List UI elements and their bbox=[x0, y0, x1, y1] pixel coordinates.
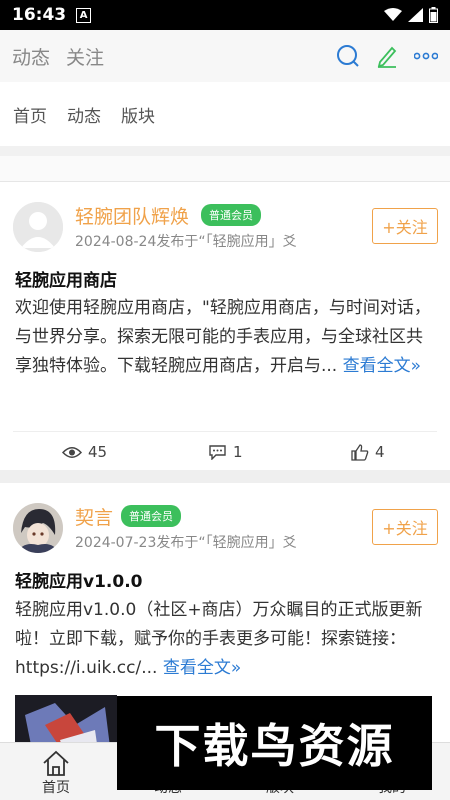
status-time: 16:43 bbox=[12, 5, 67, 25]
more-icon[interactable] bbox=[414, 52, 438, 60]
likes-count: 4 bbox=[375, 443, 385, 461]
search-icon[interactable] bbox=[336, 44, 360, 68]
views-count: 45 bbox=[88, 443, 108, 461]
subnav-home[interactable]: 首页 bbox=[13, 102, 47, 127]
tab-dynamic[interactable]: 动态 bbox=[12, 43, 50, 70]
home-icon bbox=[43, 750, 69, 776]
post-title[interactable]: 轻腕应用商店 bbox=[15, 266, 117, 291]
notification-badge: A bbox=[76, 7, 92, 23]
comments-count: 1 bbox=[233, 443, 243, 461]
sub-nav: 首页 动态 版块 bbox=[0, 82, 450, 146]
edit-icon[interactable] bbox=[376, 44, 398, 68]
tab-follow[interactable]: 关注 bbox=[66, 43, 104, 70]
top-bar: 动态 关注 bbox=[0, 30, 450, 82]
read-more-link[interactable]: 查看全文» bbox=[163, 658, 241, 678]
read-more-link[interactable]: 查看全文» bbox=[343, 356, 421, 376]
status-icons bbox=[384, 7, 438, 23]
subnav-sections[interactable]: 版块 bbox=[121, 102, 155, 127]
subnav-dynamic[interactable]: 动态 bbox=[67, 102, 101, 127]
author-name[interactable]: 轻腕团队辉焕 bbox=[75, 202, 189, 229]
views-stat: 45 bbox=[62, 443, 107, 461]
battery-icon bbox=[429, 7, 438, 23]
status-bar: 16:43 A bbox=[0, 0, 450, 30]
author-name[interactable]: 契言 bbox=[75, 503, 113, 530]
post-meta: 2024-07-23发布于“「轻腕应用」爻 bbox=[75, 535, 297, 551]
divider bbox=[0, 146, 450, 156]
wifi-icon bbox=[384, 8, 402, 21]
eye-icon bbox=[62, 446, 82, 458]
divider bbox=[0, 156, 450, 182]
comments-stat[interactable]: 1 bbox=[208, 443, 243, 461]
avatar[interactable] bbox=[13, 503, 63, 553]
nav-home-label: 首页 bbox=[42, 780, 70, 796]
nav-home[interactable]: 首页 bbox=[0, 743, 112, 800]
top-bar-actions bbox=[336, 44, 438, 68]
comment-icon bbox=[209, 445, 226, 460]
watermark-text: 下载鸟资源 bbox=[154, 719, 395, 773]
post-title[interactable]: 轻腕应用v1.0.0 bbox=[15, 567, 142, 592]
thumbs-up-icon bbox=[351, 443, 369, 461]
avatar[interactable] bbox=[13, 202, 63, 252]
post-meta: 2024-08-24发布于“「轻腕应用」爻 bbox=[75, 234, 297, 250]
watermark: 下载鸟资源 bbox=[117, 696, 432, 790]
follow-button[interactable]: +关注 bbox=[372, 509, 438, 545]
post-body[interactable]: 轻腕应用v1.0.0（社区+商店）万众瞩目的正式版更新啦！立即下载，赋予你的手表… bbox=[15, 596, 435, 683]
member-badge: 普通会员 bbox=[121, 505, 181, 527]
signal-icon bbox=[408, 8, 423, 22]
post-body[interactable]: 欢迎使用轻腕应用商店，"轻腕应用商店，与时间对话，与世界分享。探索无限可能的手表… bbox=[15, 294, 435, 381]
user-avatar-image bbox=[13, 503, 63, 553]
default-avatar-icon bbox=[13, 202, 63, 252]
follow-button[interactable]: +关注 bbox=[372, 208, 438, 244]
post-card[interactable]: 轻腕团队辉焕 普通会员 2024-08-24发布于“「轻腕应用」爻 +关注 轻腕… bbox=[0, 182, 450, 470]
post-stats: 45 1 4 bbox=[0, 432, 450, 472]
likes-stat[interactable]: 4 bbox=[351, 443, 385, 461]
member-badge: 普通会员 bbox=[201, 204, 261, 226]
